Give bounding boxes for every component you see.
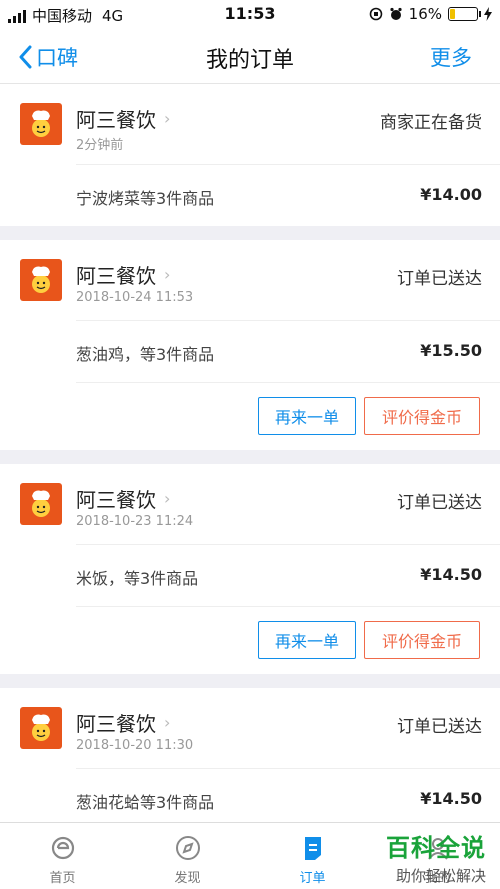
order-price: ¥14.00 — [420, 185, 482, 204]
shop-name: 阿三餐饮 — [76, 108, 156, 132]
goods-summary: 葱油鸡，等3件商品 — [76, 345, 215, 364]
watermark: 百科全说 助你轻松解决 — [386, 828, 486, 886]
charging-icon — [484, 7, 492, 21]
more-button[interactable]: 更多 — [430, 42, 472, 72]
shop-name-link[interactable]: 阿三餐饮 › — [76, 104, 170, 133]
shop-logo — [20, 103, 62, 145]
shop-name-link[interactable]: 阿三餐饮 › — [76, 484, 170, 513]
order-card[interactable]: 阿三餐饮 › 2018-10-24 11:53 订单已送达 葱油鸡，等3件商品 … — [0, 240, 500, 450]
order-card[interactable]: 阿三餐饮 › 2分钟前 商家正在备货 宁波烤菜等3件商品 ¥14.00 — [0, 84, 500, 226]
tab-label: 订单 — [299, 871, 326, 886]
shop-logo — [20, 483, 62, 525]
rate-button[interactable]: 评价得金币 — [364, 397, 480, 435]
order-goods-row[interactable]: 葱油花蛤等3件商品 ¥14.50 — [76, 768, 500, 830]
compass-icon — [175, 836, 200, 860]
goods-summary: 宁波烤菜等3件商品 — [76, 189, 215, 208]
watermark-title: 百科全说 — [386, 834, 486, 862]
chevron-right-icon: › — [164, 713, 171, 732]
status-bar-right: 16% — [369, 5, 492, 23]
order-status: 订单已送达 — [397, 269, 482, 289]
tab-home[interactable]: 首页 — [0, 823, 125, 889]
goods-summary: 米饭，等3件商品 — [76, 569, 199, 588]
order-actions: 再来一单 评价得金币 — [76, 606, 500, 674]
order-goods-row[interactable]: 宁波烤菜等3件商品 ¥14.00 — [76, 164, 500, 226]
order-actions: 再来一单 评价得金币 — [76, 382, 500, 450]
shop-name: 阿三餐饮 — [76, 488, 156, 512]
status-bar: 中国移动 4G 11:53 16% — [0, 0, 500, 30]
chevron-right-icon: › — [164, 489, 171, 508]
order-time: 2018-10-23 11:24 — [76, 514, 194, 529]
tab-orders[interactable]: 订单 — [250, 823, 375, 889]
order-list: 阿三餐饮 › 2分钟前 商家正在备货 宁波烤菜等3件商品 ¥14.00 阿三餐饮… — [0, 84, 500, 844]
battery-icon — [448, 7, 481, 21]
home-icon — [51, 836, 74, 860]
order-goods-row[interactable]: 葱油鸡，等3件商品 ¥15.50 — [76, 320, 500, 382]
order-goods-row[interactable]: 米饭，等3件商品 ¥14.50 — [76, 544, 500, 606]
order-status: 订单已送达 — [397, 493, 482, 513]
battery-percent: 16% — [408, 5, 442, 23]
shop-name-link[interactable]: 阿三餐饮 › — [76, 260, 170, 289]
shop-logo — [20, 707, 62, 749]
order-card[interactable]: 阿三餐饮 › 2018-10-20 11:30 订单已送达 葱油花蛤等3件商品 … — [0, 688, 500, 830]
order-time: 2分钟前 — [76, 138, 124, 153]
goods-summary: 葱油花蛤等3件商品 — [76, 793, 215, 812]
shop-logo — [20, 259, 62, 301]
tab-label: 首页 — [49, 871, 76, 886]
orientation-lock-icon — [369, 7, 382, 21]
reorder-button[interactable]: 再来一单 — [258, 621, 356, 659]
reorder-button[interactable]: 再来一单 — [258, 397, 356, 435]
watermark-subtitle: 助你轻松解决 — [395, 867, 486, 885]
rate-button[interactable]: 评价得金币 — [364, 621, 480, 659]
order-icon — [304, 837, 321, 860]
order-time: 2018-10-20 11:30 — [76, 738, 194, 753]
alarm-icon — [390, 7, 402, 20]
tab-discover[interactable]: 发现 — [125, 823, 250, 889]
chevron-right-icon: › — [164, 265, 171, 284]
order-price: ¥14.50 — [420, 789, 482, 808]
order-time: 2018-10-24 11:53 — [76, 290, 194, 305]
shop-name-link[interactable]: 阿三餐饮 › — [76, 708, 170, 737]
order-status: 订单已送达 — [397, 717, 482, 737]
nav-bar: 口碑 我的订单 更多 — [0, 30, 500, 84]
order-price: ¥14.50 — [420, 565, 482, 584]
order-price: ¥15.50 — [420, 341, 482, 360]
shop-name: 阿三餐饮 — [76, 264, 156, 288]
shop-name: 阿三餐饮 — [76, 712, 156, 736]
chevron-right-icon: › — [164, 109, 171, 128]
order-status: 商家正在备货 — [380, 113, 482, 133]
tab-label: 发现 — [174, 871, 201, 886]
order-card[interactable]: 阿三餐饮 › 2018-10-23 11:24 订单已送达 米饭，等3件商品 ¥… — [0, 464, 500, 674]
page-title: 我的订单 — [205, 48, 294, 73]
